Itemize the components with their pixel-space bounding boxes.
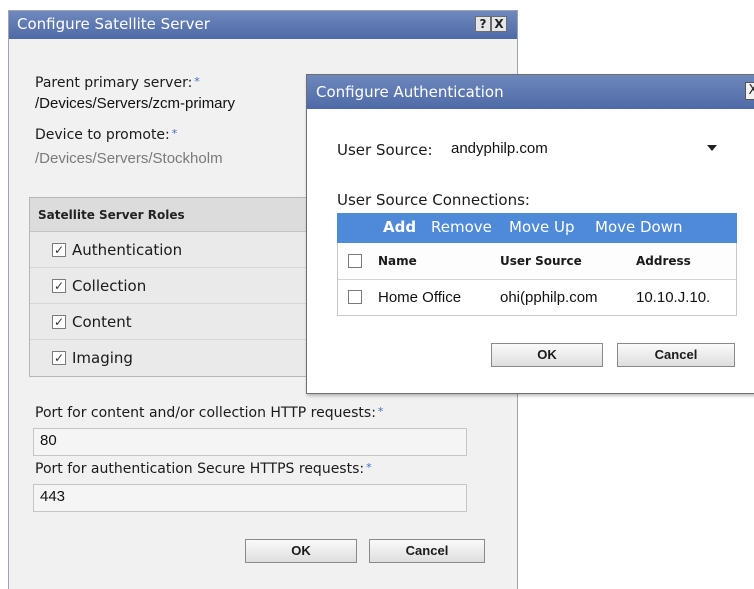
parent-server-value[interactable]: /Devices/Servers/zcm-primary [35,95,235,112]
https-port-input[interactable]: 443 [33,484,467,512]
column-header-name[interactable]: Name [378,254,417,268]
row-name: Home Office [378,289,462,306]
connections-table: Name User Source Address Home Office ohi… [337,243,737,316]
role-row-collection[interactable]: ✓ Collection [30,268,318,304]
row-user-source: ohi(pphilp.com [500,289,598,306]
roles-header: Satellite Server Roles [30,198,318,232]
auth-dialog-title: Configure Authentication [316,83,504,101]
auth-ok-button[interactable]: OK [491,343,603,367]
imaging-checkbox[interactable]: ✓ [52,351,66,365]
http-port-input[interactable]: 80 [33,428,467,456]
role-label: Imaging [72,349,133,367]
connections-toolbar: Add Remove Move Up Move Down [337,213,737,243]
user-source-label: User Source: [337,141,433,159]
https-port-label: Port for authentication Secure HTTPS req… [35,461,372,477]
required-marker: * [377,405,384,418]
chevron-down-icon[interactable] [707,145,717,151]
configure-authentication-dialog: Configure Authentication X User Source: … [306,74,754,394]
user-source-value: andyphilp.com [451,140,548,157]
add-button[interactable]: Add [383,218,416,236]
role-label: Collection [72,277,147,295]
dialog-title: Configure Satellite Server [17,15,210,33]
device-to-promote-label: Device to promote: * [35,127,178,143]
move-down-button[interactable]: Move Down [595,218,683,236]
auth-cancel-button[interactable]: Cancel [617,343,735,367]
dialog-title-bar: Configure Satellite Server ? X [9,11,517,39]
required-marker: * [194,75,200,88]
role-row-authentication[interactable]: ✓ Authentication [30,232,318,268]
required-marker: * [171,127,178,140]
move-up-button[interactable]: Move Up [509,218,575,236]
close-button[interactable]: X [491,16,507,32]
ok-button[interactable]: OK [245,539,357,563]
row-address: 10.10.J.10. [636,289,711,306]
roles-header-label: Satellite Server Roles [38,208,185,222]
satellite-server-roles-panel: Satellite Server Roles ✓ Authentication … [29,197,319,377]
row-checkbox[interactable] [348,290,362,304]
device-to-promote-value: /Devices/Servers/Stockholm [35,150,223,167]
required-marker: * [366,461,372,474]
help-button[interactable]: ? [475,16,491,32]
table-header-row: Name User Source Address [338,243,736,280]
column-header-address[interactable]: Address [636,254,691,268]
user-source-connections-label: User Source Connections: [337,191,530,209]
role-label: Authentication [72,241,183,259]
parent-server-label: Parent primary server: * [35,75,200,91]
role-row-content[interactable]: ✓ Content [30,304,318,340]
content-checkbox[interactable]: ✓ [52,315,66,329]
collection-checkbox[interactable]: ✓ [52,279,66,293]
authentication-checkbox[interactable]: ✓ [52,243,66,257]
table-row[interactable]: Home Office ohi(pphilp.com 10.10.J.10. [338,279,736,315]
column-header-user-source[interactable]: User Source [500,254,582,268]
auth-close-button[interactable]: X [745,82,754,100]
user-source-select[interactable]: andyphilp.com [445,137,725,163]
remove-button[interactable]: Remove [431,218,492,236]
http-port-label: Port for content and/or collection HTTP … [35,405,384,421]
role-label: Content [72,313,132,331]
auth-dialog-title-bar: Configure Authentication X [307,75,754,109]
cancel-button[interactable]: Cancel [369,539,485,563]
select-all-checkbox[interactable] [348,254,362,268]
role-row-imaging[interactable]: ✓ Imaging [30,340,318,376]
